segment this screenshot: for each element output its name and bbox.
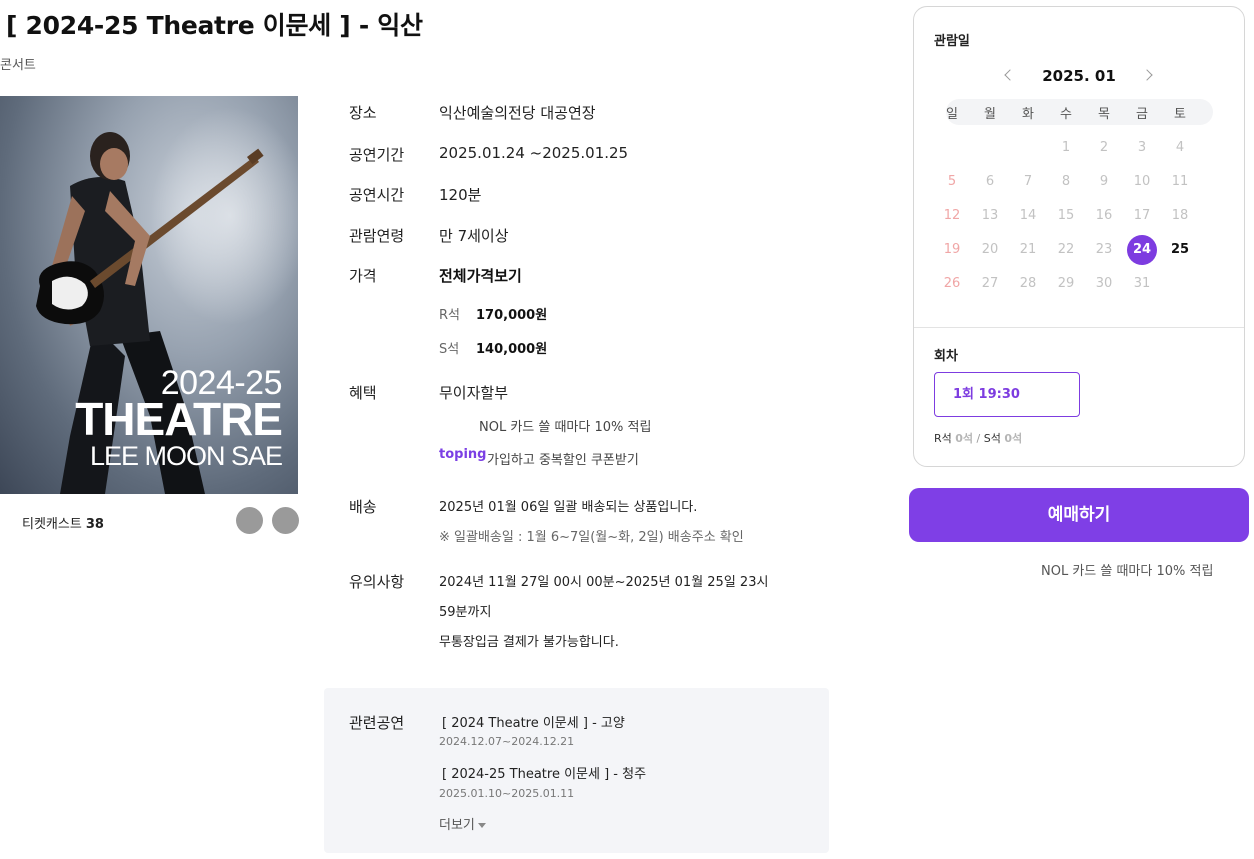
genre-label: 콘서트: [0, 58, 36, 73]
related-item-title[interactable]: [ 2024-25 Theatre 이문세 ] - 청주: [442, 763, 646, 782]
calendar-day: 28: [1019, 276, 1037, 291]
calendar-day: 20: [981, 242, 999, 257]
benefit-label: 혜택: [349, 384, 377, 402]
related-more-label: 더보기: [439, 818, 475, 833]
view-all-prices-link[interactable]: 전체가격보기: [439, 265, 522, 286]
related-shows-box: 관련공연 [ 2024 Theatre 이문세 ] - 고양 2024.12.0…: [324, 688, 829, 853]
session-heading: 회차: [934, 349, 958, 364]
weekday-label: 토: [1174, 107, 1186, 122]
calendar-day: 9: [1099, 174, 1109, 189]
benefit-installment-link[interactable]: 무이자할부: [439, 382, 508, 403]
calendar-day: 8: [1061, 174, 1071, 189]
calendar-day: 22: [1057, 242, 1075, 257]
calendar-day: 17: [1133, 208, 1151, 223]
venue-label: 장소: [349, 104, 377, 122]
ticket-cast[interactable]: 티켓캐스트 38: [22, 513, 104, 532]
age-value: 만 7세이상: [439, 227, 509, 245]
calendar-day: 12: [943, 208, 961, 223]
weekday-label: 수: [1060, 107, 1072, 122]
runtime-value: 120분: [439, 186, 482, 204]
calendar-day: 31: [1133, 276, 1151, 291]
booking-panel: 관람일 2025. 01 일 월 화 수 목 금 토 1 2 3 4 5 6 7 8 9 10 11 12 13 14 1…: [913, 6, 1245, 467]
poster-theatre: THEATRE: [75, 393, 283, 445]
calendar-day: 10: [1133, 174, 1151, 189]
chevron-down-icon: [477, 823, 486, 828]
notice-line-2: 59분까지: [439, 605, 492, 620]
benefit-card-text: NOL 카드 쓸 때마다 10% 적립: [479, 420, 652, 435]
price-label: 가격: [349, 267, 377, 285]
book-button[interactable]: 예매하기: [909, 488, 1249, 542]
weekday-label: 금: [1136, 107, 1148, 122]
toping-logo: toping: [439, 447, 487, 462]
remaining-seats: R석 0석 / S석 0석: [934, 432, 1023, 445]
delivery-note[interactable]: ※ 일괄배송일 : 1월 6~7일(월~화, 2일) 배송주소 확인: [439, 526, 744, 545]
calendar-day: 2: [1099, 140, 1109, 155]
poster-image: 2024-25 THEATRE LEE MOON SAE: [0, 96, 298, 494]
period-value: 2025.01.24 ~2025.01.25: [439, 144, 629, 162]
related-item-date: 2025.01.10~2025.01.11: [439, 787, 575, 800]
calendar-day: 27: [981, 276, 999, 291]
related-item-title[interactable]: [ 2024 Theatre 이문세 ] - 고양: [442, 712, 625, 731]
share-icon[interactable]: [236, 507, 263, 534]
calendar-day[interactable]: 25: [1165, 235, 1195, 265]
calendar-day: 13: [981, 208, 999, 223]
calendar-day: 23: [1095, 242, 1113, 257]
calendar-day: 19: [943, 242, 961, 257]
calendar-day: 11: [1171, 174, 1189, 189]
notice-line-3: 무통장입금 결제가 불가능합니다.: [439, 635, 619, 650]
calendar-day: 15: [1057, 208, 1075, 223]
like-icon[interactable]: [272, 507, 299, 534]
calendar-day: 30: [1095, 276, 1113, 291]
venue-link[interactable]: 익산예술의전당 대공연장: [439, 102, 596, 123]
calendar-day[interactable]: 24: [1127, 235, 1157, 265]
notice-label: 유의사항: [349, 573, 405, 591]
seat-r-label: R석: [439, 308, 460, 323]
calendar-day: 1: [1061, 140, 1071, 155]
ticket-cast-label: 티켓캐스트: [22, 517, 82, 532]
seat-s-price: 140,000원: [476, 342, 548, 357]
related-item-date: 2024.12.07~2024.12.21: [439, 735, 575, 748]
poster-artist: LEE MOON SAE: [89, 441, 283, 471]
calendar-day: 18: [1171, 208, 1189, 223]
calendar-day: 7: [1023, 174, 1033, 189]
calendar-month: 2025. 01: [1042, 67, 1116, 85]
age-label: 관람연령: [349, 227, 405, 245]
calendar-day: 29: [1057, 276, 1075, 291]
notice-line-1: 2024년 11월 27일 00시 00분~2025년 01월 25일 23시: [439, 575, 769, 590]
delivery-value: 2025년 01월 06일 일괄 배송되는 상품입니다.: [439, 500, 698, 515]
weekday-label: 화: [1022, 107, 1034, 122]
calendar-day: 16: [1095, 208, 1113, 223]
page-title: [ 2024-25 Theatre 이문세 ] - 익산: [6, 11, 423, 40]
weekday-label: 목: [1098, 107, 1110, 122]
related-more-button[interactable]: 더보기: [439, 814, 486, 833]
calendar-day: 6: [985, 174, 995, 189]
calendar-day: 3: [1137, 140, 1147, 155]
calendar-day: 14: [1019, 208, 1037, 223]
toping-coupon-link[interactable]: 가입하고 중복할인 쿠폰받기: [487, 449, 639, 468]
calendar-day: 21: [1019, 242, 1037, 257]
session-option[interactable]: 1회 19:30: [934, 372, 1080, 417]
book-card-note: NOL 카드 쓸 때마다 10% 적립: [1041, 564, 1214, 579]
calendar-day: 5: [947, 174, 957, 189]
ticket-cast-count: 38: [85, 517, 104, 532]
delivery-label: 배송: [349, 498, 377, 516]
related-label: 관련공연: [349, 714, 405, 732]
seat-s-label: S석: [439, 342, 460, 357]
weekday-label: 일: [946, 107, 958, 122]
runtime-label: 공연시간: [349, 186, 405, 204]
weekday-label: 월: [984, 107, 996, 122]
date-heading: 관람일: [934, 34, 970, 49]
calendar-day: 26: [943, 276, 961, 291]
period-label: 공연기간: [349, 146, 405, 164]
seat-r-price: 170,000원: [476, 308, 548, 323]
calendar-day: 4: [1175, 140, 1185, 155]
